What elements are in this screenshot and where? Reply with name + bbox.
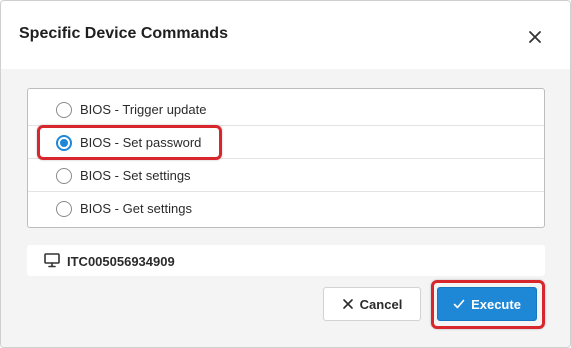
x-icon (342, 299, 353, 309)
close-button[interactable] (523, 25, 547, 49)
option-bios-set-settings[interactable]: BIOS - Set settings (28, 159, 544, 192)
cancel-button-label: Cancel (359, 296, 403, 312)
radio-button[interactable] (56, 102, 72, 118)
dialog-header: Specific Device Commands (1, 1, 570, 69)
option-bios-trigger-update[interactable]: BIOS - Trigger update (28, 93, 544, 126)
command-options-list: BIOS - Trigger update BIOS - Set passwor… (27, 88, 545, 228)
execute-button-label: Execute (471, 296, 521, 312)
option-label: BIOS - Set settings (80, 168, 191, 183)
radio-button[interactable] (56, 168, 72, 184)
radio-button[interactable] (56, 201, 72, 217)
monitor-icon (44, 253, 60, 268)
device-row: ITC005056934909 (27, 245, 545, 276)
option-label: BIOS - Trigger update (80, 102, 207, 117)
close-icon (529, 31, 541, 43)
option-bios-get-settings[interactable]: BIOS - Get settings (28, 192, 544, 225)
option-label: BIOS - Get settings (80, 201, 192, 216)
cancel-button[interactable]: Cancel (323, 287, 421, 321)
option-label: BIOS - Set password (80, 135, 202, 150)
specific-device-commands-dialog: Specific Device Commands BIOS - Trigger … (0, 0, 571, 348)
execute-button[interactable]: Execute (437, 287, 537, 321)
dialog-title: Specific Device Commands (19, 25, 228, 42)
device-name: ITC005056934909 (67, 254, 175, 269)
option-bios-set-password[interactable]: BIOS - Set password (28, 126, 544, 159)
dialog-body: BIOS - Trigger update BIOS - Set passwor… (1, 69, 570, 347)
check-icon (453, 299, 465, 309)
radio-button-selected[interactable] (56, 135, 72, 151)
